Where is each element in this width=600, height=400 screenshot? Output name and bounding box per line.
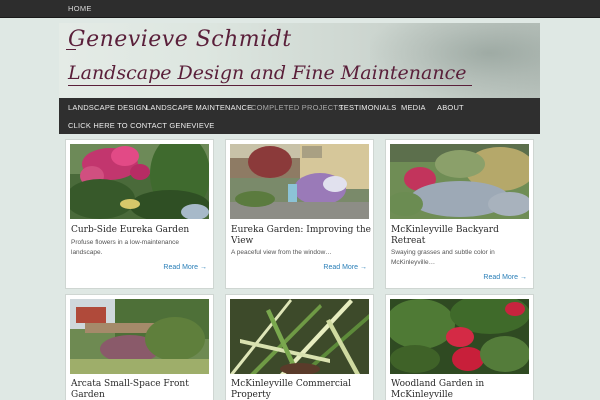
post-title[interactable]: Eureka Garden: Improving the View xyxy=(231,225,371,247)
post-card: Woodland Garden in McKinleyville xyxy=(385,294,534,400)
read-more-link[interactable]: Read More → xyxy=(163,264,207,271)
main-nav: LANDSCAPE DESIGN LANDSCAPE MAINTENANCE C… xyxy=(59,98,540,134)
nav-item-landscape-maintenance[interactable]: LANDSCAPE MAINTENANCE xyxy=(146,103,252,112)
site-name[interactable]: Genevieve Schmidt xyxy=(66,27,292,52)
post-thumbnail[interactable] xyxy=(390,144,529,219)
home-link[interactable]: HOME xyxy=(68,4,92,13)
post-thumbnail[interactable] xyxy=(70,144,209,219)
read-more-link[interactable]: Read More → xyxy=(323,264,367,271)
nav-item-contact[interactable]: CLICK HERE TO CONTACT GENEVIEVE xyxy=(68,121,215,130)
post-title[interactable]: Arcata Small-Space Front Garden xyxy=(71,379,211,400)
nav-item-landscape-design[interactable]: LANDSCAPE DESIGN xyxy=(68,103,147,112)
read-more-link[interactable]: Read More → xyxy=(483,274,527,281)
nav-item-about[interactable]: ABOUT xyxy=(437,103,464,112)
post-title[interactable]: McKinleyville Commercial Property xyxy=(231,379,371,400)
post-title[interactable]: McKinleyville Backyard Retreat xyxy=(391,225,531,247)
post-title[interactable]: Woodland Garden in McKinleyville xyxy=(391,379,531,400)
post-title[interactable]: Curb-Side Eureka Garden xyxy=(71,225,211,236)
post-card: McKinleyville Commercial Property xyxy=(225,294,374,400)
post-excerpt: A peaceful view from the window… xyxy=(231,249,332,256)
post-card: McKinleyville Backyard Retreat Swaying g… xyxy=(385,139,534,289)
post-card: Curb-Side Eureka Garden Profuse flowers … xyxy=(65,139,214,289)
post-card: Eureka Garden: Improving the View A peac… xyxy=(225,139,374,289)
post-thumbnail[interactable] xyxy=(390,299,529,374)
nav-item-testimonials[interactable]: TESTIMONIALS xyxy=(339,103,396,112)
nav-item-media[interactable]: MEDIA xyxy=(401,103,426,112)
site-tagline: Landscape Design and Fine Maintenance xyxy=(68,62,473,86)
post-thumbnail[interactable] xyxy=(70,299,209,374)
nav-item-completed-projects[interactable]: COMPLETED PROJECTS xyxy=(251,103,343,112)
post-thumbnail[interactable] xyxy=(230,299,369,374)
post-card: Arcata Small-Space Front Garden xyxy=(65,294,214,400)
site-header: Genevieve Schmidt Landscape Design and F… xyxy=(59,23,540,98)
top-bar: HOME xyxy=(0,0,600,18)
post-excerpt: Swaying grasses and subtle color in McKi… xyxy=(391,249,495,266)
post-excerpt: Profuse flowers in a low-maintenance lan… xyxy=(71,239,180,256)
post-thumbnail[interactable] xyxy=(230,144,369,219)
